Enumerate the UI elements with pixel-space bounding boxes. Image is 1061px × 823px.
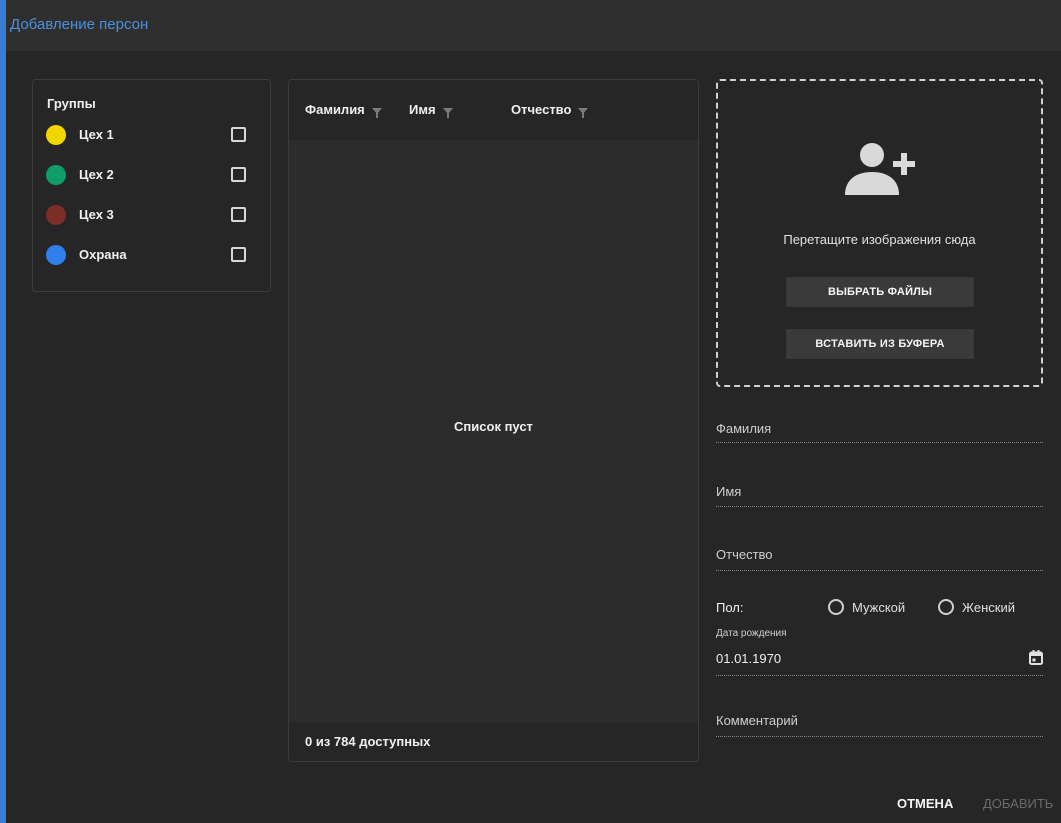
filter-icon[interactable] [578, 107, 589, 118]
group-color-dot [46, 165, 66, 185]
calendar-icon[interactable] [1029, 650, 1043, 665]
column-name-label: Имя [409, 102, 436, 117]
group-label: Цех 1 [79, 127, 114, 142]
list-footer: 0 из 784 доступных [289, 722, 698, 761]
male-radio[interactable] [828, 599, 844, 615]
available-count: 0 из 784 доступных [305, 734, 431, 749]
name-label: Имя [716, 484, 742, 499]
filter-icon[interactable] [371, 107, 382, 118]
surname-field[interactable]: Фамилия [716, 420, 1043, 443]
comment-label: Комментарий [716, 713, 798, 728]
group-checkbox[interactable] [231, 127, 246, 142]
female-label[interactable]: Женский [962, 600, 1015, 615]
group-color-dot [46, 125, 66, 145]
comment-field[interactable]: Комментарий [716, 712, 1043, 737]
group-row-workshop-2[interactable]: Цех 2 [45, 163, 259, 187]
group-label: Цех 3 [79, 207, 114, 222]
persons-list-panel: Фамилия Имя Отчество Список пуст 0 из 78… [288, 79, 699, 762]
group-checkbox[interactable] [231, 207, 246, 222]
choose-files-button[interactable]: ВЫБРАТЬ ФАЙЛЫ [786, 277, 974, 307]
groups-title: Группы [47, 96, 96, 111]
surname-label: Фамилия [716, 421, 772, 436]
filter-icon[interactable] [442, 107, 453, 118]
group-label: Цех 2 [79, 167, 114, 182]
list-header: Фамилия Имя Отчество [289, 80, 698, 140]
column-patronymic[interactable]: Отчество [511, 102, 589, 118]
empty-list-message: Список пуст [454, 419, 533, 434]
sex-selector: Пол: Мужской Женский [716, 598, 1046, 620]
column-surname-label: Фамилия [305, 102, 365, 117]
group-color-dot [46, 205, 66, 225]
male-label[interactable]: Мужской [852, 600, 905, 615]
column-name[interactable]: Имя [409, 102, 453, 118]
cancel-button[interactable]: ОТМЕНА [897, 796, 953, 811]
group-checkbox[interactable] [231, 247, 246, 262]
group-row-workshop-3[interactable]: Цех 3 [45, 203, 259, 227]
group-color-dot [46, 245, 66, 265]
group-row-workshop-1[interactable]: Цех 1 [45, 123, 259, 147]
name-field[interactable]: Имя [716, 483, 1043, 507]
dialog-title: Добавление персон [10, 16, 149, 33]
patronymic-label: Отчество [716, 547, 773, 562]
column-surname[interactable]: Фамилия [305, 102, 382, 118]
patronymic-field[interactable]: Отчество [716, 546, 1043, 571]
group-row-security[interactable]: Охрана [45, 243, 259, 267]
image-drop-zone[interactable]: Перетащите изображения сюда ВЫБРАТЬ ФАЙЛ… [716, 79, 1043, 387]
sex-label: Пол: [716, 600, 744, 615]
add-person-icon [845, 143, 915, 195]
female-radio[interactable] [938, 599, 954, 615]
paste-from-clipboard-button[interactable]: ВСТАВИТЬ ИЗ БУФЕРА [786, 329, 974, 359]
add-persons-dialog: Добавление персон Группы Цех 1 Цех 2 Цех… [6, 0, 1061, 823]
column-patronymic-label: Отчество [511, 102, 572, 117]
group-checkbox[interactable] [231, 167, 246, 182]
birth-date-value[interactable]: 01.01.1970 [716, 651, 781, 666]
add-button[interactable]: ДОБАВИТЬ [983, 796, 1053, 811]
drop-hint: Перетащите изображения сюда [783, 232, 976, 247]
birth-date-field[interactable]: Дата рождения 01.01.1970 [716, 626, 1043, 676]
title-bar: Добавление персон [6, 0, 1061, 51]
groups-panel: Группы Цех 1 Цех 2 Цех 3 Охрана [32, 79, 271, 292]
group-label: Охрана [79, 247, 127, 262]
birth-date-label: Дата рождения [716, 628, 787, 639]
